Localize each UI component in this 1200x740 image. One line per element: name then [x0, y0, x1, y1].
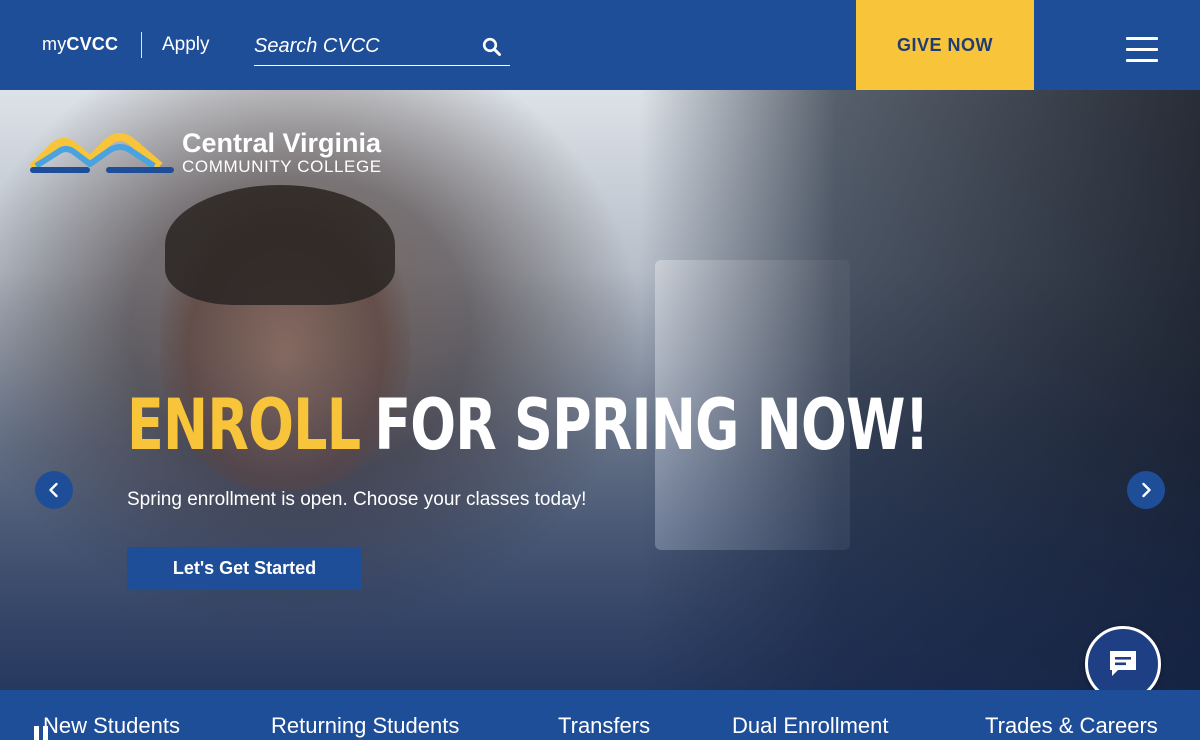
- logo-subtitle: COMMUNITY COLLEGE: [182, 157, 382, 176]
- mountain-logo-icon: [30, 133, 174, 173]
- slider-prev-button[interactable]: [35, 471, 73, 509]
- search-input[interactable]: [254, 32, 474, 60]
- chevron-left-icon: [49, 482, 58, 498]
- headline-rest: FOR SPRING NOW!: [374, 384, 929, 466]
- nav-item-dual-enrollment[interactable]: Dual Enrollment: [732, 713, 889, 739]
- chevron-right-icon: [1142, 482, 1151, 498]
- nav-item-trades-careers[interactable]: Trades & Careers: [985, 713, 1158, 739]
- audience-nav: New Students Returning Students Transfer…: [0, 690, 1200, 740]
- hero-slider: Central Virginia COMMUNITY COLLEGE ENROL…: [0, 90, 1200, 690]
- hero-headline: ENROLL FOR SPRING NOW!: [127, 370, 929, 480]
- search-icon[interactable]: [482, 37, 502, 57]
- slider-next-button[interactable]: [1127, 471, 1165, 509]
- apply-link[interactable]: Apply: [162, 34, 210, 56]
- top-header: myCVCC Apply GIVE NOW: [0, 0, 1200, 90]
- nav-item-transfers[interactable]: Transfers: [558, 713, 650, 739]
- nav-item-new-students[interactable]: New Students: [43, 713, 180, 739]
- mycvcc-link[interactable]: myCVCC: [42, 34, 118, 55]
- nav-item-returning-students[interactable]: Returning Students: [271, 713, 459, 739]
- logo-title: Central Virginia: [182, 128, 382, 158]
- mycvcc-bold: CVCC: [66, 34, 119, 54]
- college-logo[interactable]: Central Virginia COMMUNITY COLLEGE: [30, 128, 410, 182]
- hamburger-menu-icon[interactable]: [1126, 37, 1158, 63]
- lets-get-started-button[interactable]: Let's Get Started: [127, 547, 362, 590]
- headline-accent: ENROLL: [127, 384, 361, 466]
- header-divider: [141, 32, 142, 58]
- give-now-button[interactable]: GIVE NOW: [856, 0, 1034, 90]
- hero-subtext: Spring enrollment is open. Choose your c…: [127, 489, 587, 510]
- chat-icon: [1110, 651, 1136, 676]
- search-box: [254, 28, 510, 66]
- mycvcc-prefix: my: [42, 34, 67, 54]
